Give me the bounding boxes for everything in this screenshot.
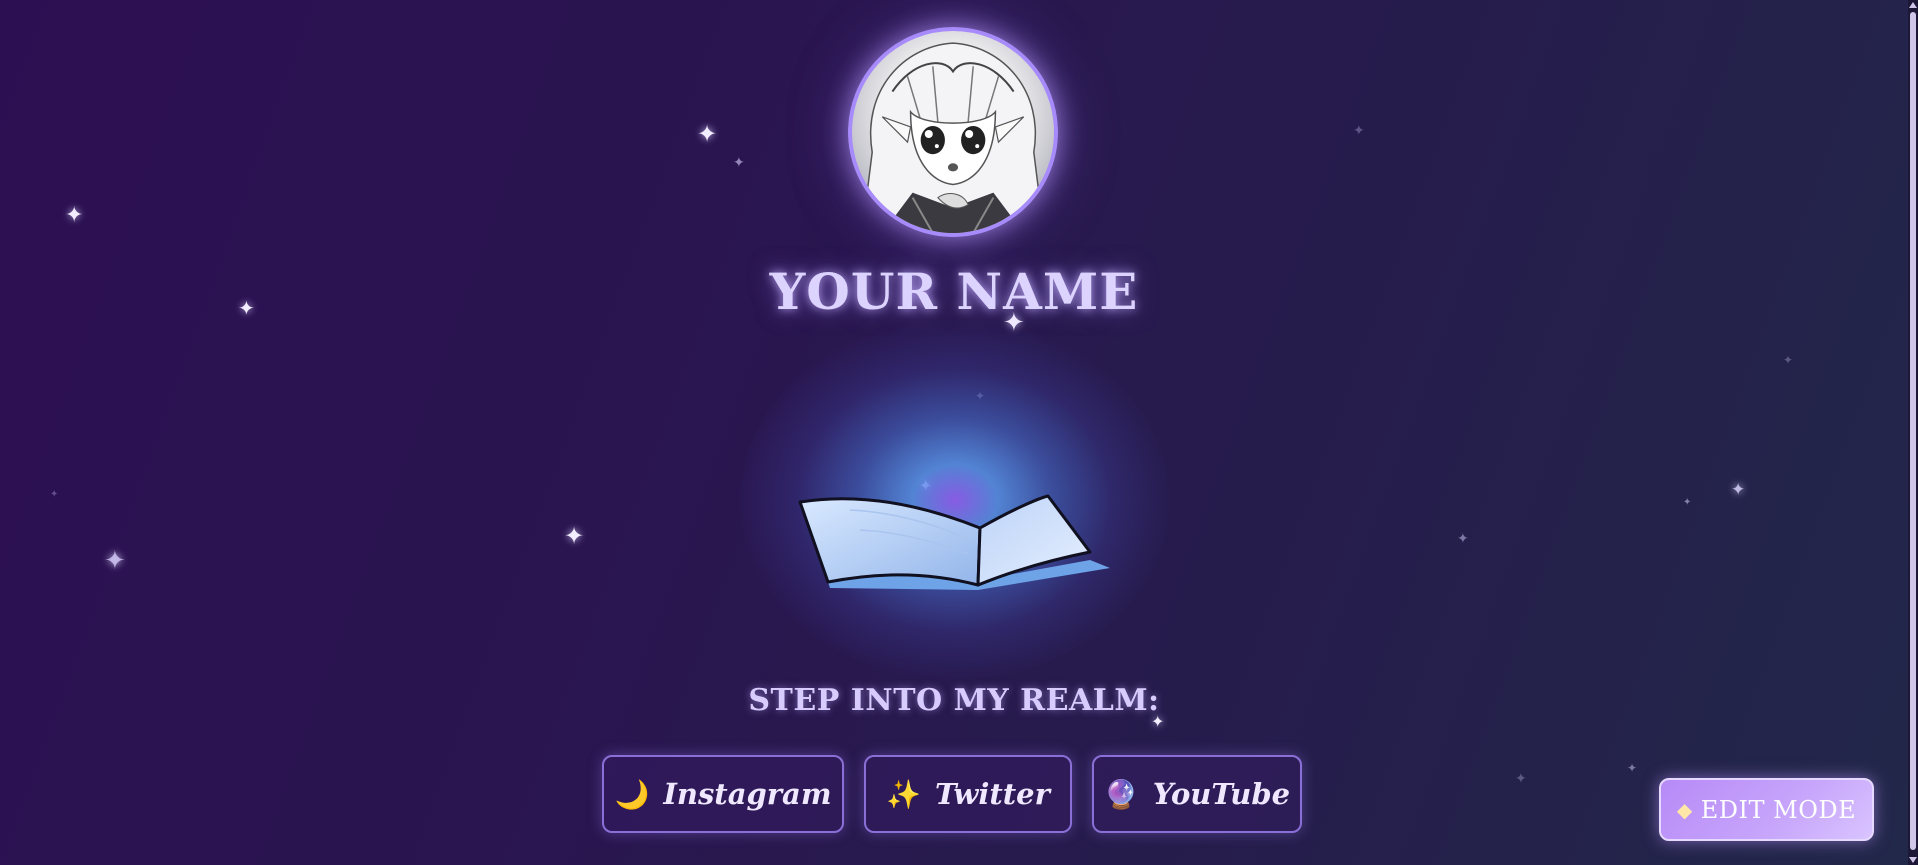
profile-name: YOUR NAME: [769, 262, 1139, 321]
open-book-icon: [798, 494, 1110, 590]
moon-icon: 🌙: [614, 777, 650, 811]
scroll-down-arrow-icon[interactable]: [1909, 857, 1917, 863]
sparkle-icon: ✦: [564, 522, 585, 550]
sparkle-icon: ✦: [1457, 531, 1469, 547]
sparkle-icon: ✦: [1353, 123, 1365, 139]
link-label: YouTube: [1152, 777, 1291, 811]
scrollbar-thumb[interactable]: [1910, 12, 1916, 850]
social-links: 🌙 Instagram ✨ Twitter 🔮 YouTube: [0, 755, 1908, 835]
sparkle-icon: ✦: [1683, 497, 1692, 508]
sparkles-icon: ✨: [886, 777, 921, 811]
avatar: [848, 27, 1058, 237]
sparkle-icon: ✦: [1731, 480, 1746, 500]
sparkle-icon: ✦: [65, 203, 84, 228]
realm-heading: STEP INTO MY REALM:: [748, 683, 1160, 718]
scroll-up-arrow-icon[interactable]: [1909, 2, 1917, 8]
edit-mode-button[interactable]: ◆ EDIT MODE: [1659, 778, 1874, 841]
crystal-ball-icon: 🔮: [1103, 777, 1139, 811]
page: ✦ ✦ ✦ ✦ ✦ ✦ ✦ ✦ ✦ ✦ ✦ ✦ ✦ ✦ ✦ ✦ ✦ ✦ ✦: [0, 0, 1908, 865]
sparkle-icon: ✦: [733, 155, 745, 171]
edit-mode-label: EDIT MODE: [1700, 795, 1857, 824]
sparkle-icon: ✦: [104, 546, 126, 576]
sparkle-icon: ✦: [50, 489, 59, 500]
sparkle-icon: ✦: [1783, 353, 1794, 367]
link-label: Twitter: [934, 777, 1050, 811]
sparkle-icon: ✦: [697, 120, 718, 148]
youtube-link-button[interactable]: 🔮 YouTube: [1092, 755, 1302, 833]
crystal-icon: ◆: [1676, 797, 1693, 822]
link-label: Instagram: [663, 777, 832, 811]
instagram-link-button[interactable]: 🌙 Instagram: [602, 755, 844, 833]
twitter-link-button[interactable]: ✨ Twitter: [864, 755, 1072, 833]
vertical-scrollbar[interactable]: [1908, 0, 1918, 865]
anime-portrait-avatar: [861, 42, 1045, 233]
